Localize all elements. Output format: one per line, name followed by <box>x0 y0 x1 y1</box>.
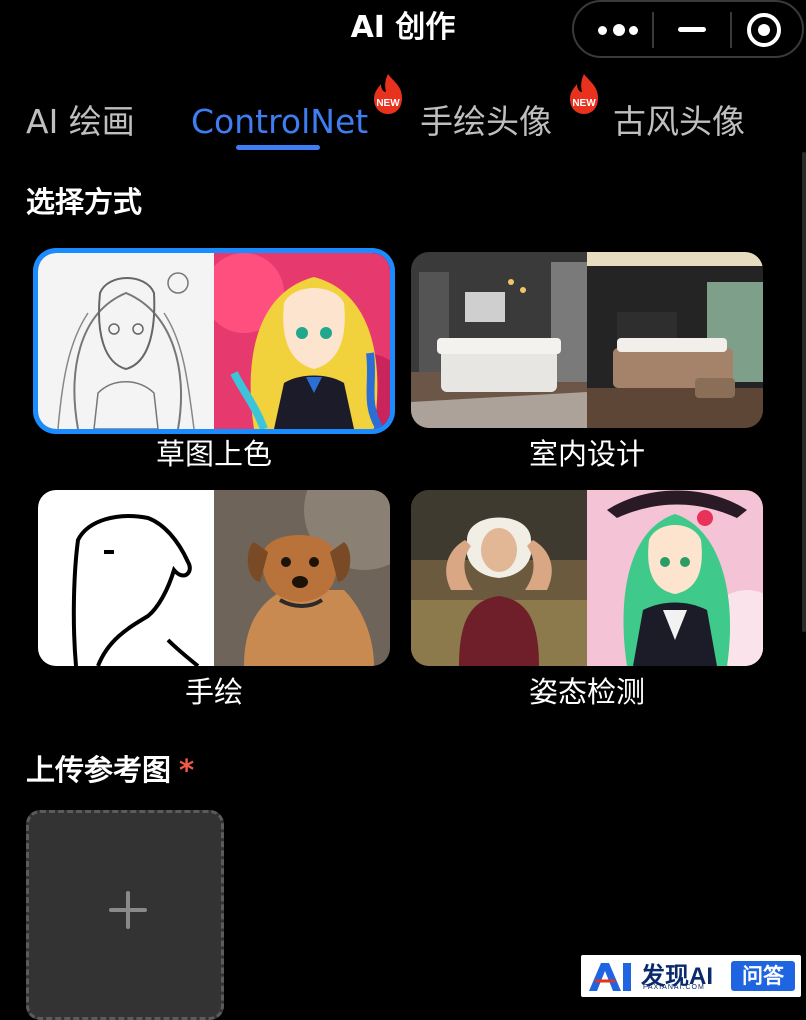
method-card-hand-drawing[interactable] <box>38 490 390 666</box>
required-mark: * <box>179 753 195 787</box>
dog-sketch-image <box>38 490 214 666</box>
new-badge-label: NEW <box>572 98 596 109</box>
interior-after-image <box>587 252 763 428</box>
tab-hand-drawn-avatar[interactable]: 手绘头像 <box>420 98 552 146</box>
capsule-divider <box>652 12 654 48</box>
method-card-pose-detection[interactable] <box>411 490 763 666</box>
scrollbar[interactable] <box>802 152 806 632</box>
new-badge-fire-icon: NEW <box>374 74 402 114</box>
brand-logo-icon <box>589 963 631 991</box>
method-card-sketch-coloring[interactable] <box>38 253 390 429</box>
tab-controlnet[interactable]: ControlNet <box>191 98 368 146</box>
plus-icon-vertical <box>126 891 130 929</box>
method-label-hand-drawing: 手绘 <box>184 675 243 709</box>
section-title-upload: 上传参考图 * <box>26 750 194 790</box>
watermark-domain: FAXIANAI.COM <box>643 984 705 991</box>
active-tab-indicator <box>236 145 320 150</box>
capsule-divider <box>730 12 732 48</box>
pose-photo-image <box>411 490 587 666</box>
interior-before-image <box>411 252 587 428</box>
method-card-interior-design[interactable] <box>411 252 763 428</box>
upload-title-text: 上传参考图 <box>26 753 172 787</box>
pose-anime-image <box>587 490 763 666</box>
colored-anime-image <box>214 253 390 429</box>
sketch-lineart-image <box>38 253 214 429</box>
new-badge-label: NEW <box>376 98 400 109</box>
dog-photo-image <box>214 490 390 666</box>
close-target-icon[interactable] <box>746 12 782 48</box>
tab-ancient-avatar[interactable]: 古风头像 <box>613 98 745 146</box>
method-label-pose-detection: 姿态检测 <box>528 675 645 709</box>
section-title-method: 选择方式 <box>26 185 143 219</box>
new-badge-fire-icon: NEW <box>570 74 598 114</box>
method-label-sketch-coloring: 草图上色 <box>155 437 272 471</box>
method-label-interior-design: 室内设计 <box>528 437 645 471</box>
mini-program-capsule <box>572 0 804 58</box>
minimize-icon[interactable] <box>678 27 706 32</box>
tab-ai-painting[interactable]: AI 绘画 <box>26 98 135 146</box>
watermark: 发现AI FAXIANAI.COM 问答 <box>581 955 801 997</box>
more-icon[interactable] <box>598 21 640 39</box>
watermark-tag: 问答 <box>731 961 795 991</box>
upload-image-button[interactable] <box>26 810 224 1020</box>
